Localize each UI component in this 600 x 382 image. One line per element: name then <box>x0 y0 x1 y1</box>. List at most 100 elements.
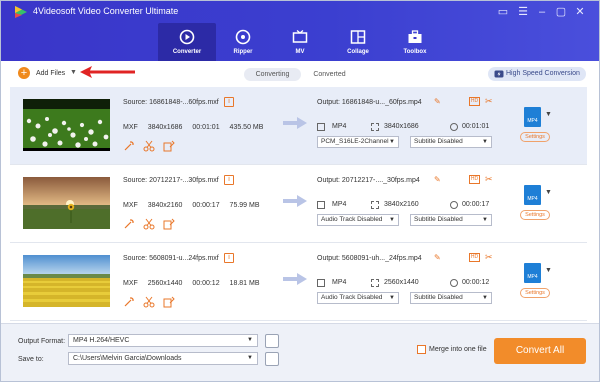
minimize-button[interactable]: – <box>534 4 550 20</box>
file-row[interactable]: Source: 20712217-...30fps.mxf i MXF 3840… <box>10 165 587 243</box>
source-size: 435.50 MB <box>229 124 264 131</box>
feedback-icon[interactable]: ▭ <box>495 4 511 20</box>
clip-icon[interactable]: ✂ <box>485 96 493 107</box>
enhance-icon[interactable] <box>123 296 135 308</box>
tab-mv[interactable]: MV <box>271 23 329 61</box>
video-thumbnail <box>23 255 110 307</box>
tab-converted[interactable]: Converted <box>301 68 358 81</box>
format-icon <box>317 279 325 287</box>
edit-video-icon[interactable] <box>163 140 175 152</box>
enhance-icon[interactable] <box>123 218 135 230</box>
output-duration: 00:01:01 <box>462 123 490 130</box>
output-format-select[interactable]: MP4 H.264/HEVC ▼ <box>68 334 258 347</box>
format-dropdown-icon[interactable]: ▼ <box>545 267 552 274</box>
output-format-badge[interactable]: MP4 <box>524 185 541 205</box>
settings-button[interactable]: Settings <box>520 132 550 142</box>
lightning-icon <box>494 70 504 78</box>
edit-video-icon[interactable] <box>163 218 175 230</box>
subtitle-select[interactable]: Subtitle Disabled ▼ <box>410 136 492 148</box>
merge-checkbox[interactable] <box>417 345 426 354</box>
annotation-arrow-icon <box>80 66 135 78</box>
clip-icon[interactable]: ✂ <box>485 174 493 185</box>
edit-video-icon[interactable] <box>163 296 175 308</box>
save-to-label: Save to: <box>18 356 44 363</box>
output-filename: Output: 5608091-uh..._24fps.mp4 <box>317 255 422 262</box>
output-format-badge[interactable]: MP4 <box>524 107 541 127</box>
add-files-icon[interactable]: + <box>18 67 30 79</box>
subtitle-select[interactable]: Subtitle Disabled ▼ <box>410 214 492 226</box>
close-button[interactable]: ✕ <box>572 4 588 20</box>
settings-button[interactable]: Settings <box>520 288 550 298</box>
convert-arrow-icon <box>283 195 307 207</box>
convert-all-button[interactable]: Convert All <box>494 338 586 364</box>
output-format-value: MP4 H.264/HEVC <box>73 337 130 344</box>
cut-icon[interactable] <box>143 296 155 308</box>
output-filename: Output: 16861848-u..._60fps.mp4 <box>317 99 422 106</box>
save-to-select[interactable]: C:\Users\Melvin Garcia\Downloads ▼ <box>68 352 258 365</box>
tab-toolbox[interactable]: Toolbox <box>386 23 444 61</box>
output-format: MP4 <box>332 123 347 130</box>
source-filename: Source: 20712217-...30fps.mxf <box>123 177 219 184</box>
format-settings-icon[interactable] <box>265 334 279 348</box>
source-duration: 00:01:01 <box>192 124 220 131</box>
resolution-icon <box>371 123 379 131</box>
tab-ripper-label: Ripper <box>233 49 253 55</box>
info-icon[interactable]: i <box>224 253 234 263</box>
title-bar: 4Videosoft Video Converter Ultimate ▭ ☰ … <box>1 1 599 23</box>
tab-converter[interactable]: Converter <box>158 23 216 61</box>
audio-track-value: PCM_S16LE-2Channel <box>321 138 389 145</box>
source-duration: 00:00:17 <box>192 202 220 209</box>
hardware-accel-icon[interactable]: HD <box>469 97 480 106</box>
cut-icon[interactable] <box>143 218 155 230</box>
format-icon <box>317 123 325 131</box>
audio-track-select[interactable]: Audio Track Disabled ▼ <box>317 292 399 304</box>
clip-icon[interactable]: ✂ <box>485 252 493 263</box>
hardware-accel-icon[interactable]: HD <box>469 253 480 262</box>
file-list: Source: 16861848-...60fps.mxf i MXF 3840… <box>10 87 587 321</box>
format-icon <box>317 201 325 209</box>
output-meta: MP4 3840x1686 00:01:01 <box>317 123 497 133</box>
add-files-dropdown-icon[interactable]: ▼ <box>70 69 77 76</box>
clock-icon <box>450 201 458 209</box>
info-icon[interactable]: i <box>224 97 234 107</box>
enhance-icon[interactable] <box>123 140 135 152</box>
audio-track-select[interactable]: PCM_S16LE-2Channel ▼ <box>317 136 399 148</box>
output-format: MP4 <box>332 201 347 208</box>
rename-icon[interactable]: ✎ <box>434 253 441 262</box>
tab-collage[interactable]: Collage <box>329 23 387 61</box>
edit-tools <box>123 140 183 152</box>
chevron-down-icon: ▼ <box>389 139 395 145</box>
chevron-down-icon: ▼ <box>247 337 253 343</box>
app-window: 4Videosoft Video Converter Ultimate ▭ ☰ … <box>0 0 600 382</box>
file-row[interactable]: Source: 16861848-...60fps.mxf i MXF 3840… <box>10 87 587 165</box>
output-filename: Output: 20712217-...._30fps.mp4 <box>317 177 420 184</box>
edit-tools <box>123 296 183 308</box>
audio-track-select[interactable]: Audio Track Disabled ▼ <box>317 214 399 226</box>
add-files-button[interactable]: Add Files <box>36 70 65 77</box>
menu-icon[interactable]: ☰ <box>515 4 531 20</box>
tab-converting[interactable]: Converting <box>244 68 301 81</box>
output-format-badge[interactable]: MP4 <box>524 263 541 283</box>
ripper-icon <box>235 29 251 45</box>
format-dropdown-icon[interactable]: ▼ <box>545 189 552 196</box>
file-row[interactable]: Source: 5608091-u...24fps.mxf i MXF 2560… <box>10 243 587 321</box>
chevron-down-icon: ▼ <box>482 295 488 301</box>
resolution-icon <box>371 279 379 287</box>
info-icon[interactable]: i <box>224 175 234 185</box>
tab-ripper[interactable]: Ripper <box>214 23 272 61</box>
format-dropdown-icon[interactable]: ▼ <box>545 111 552 118</box>
chevron-down-icon: ▼ <box>389 217 395 223</box>
settings-button[interactable]: Settings <box>520 210 550 220</box>
rename-icon[interactable]: ✎ <box>434 175 441 184</box>
subtitle-select[interactable]: Subtitle Disabled ▼ <box>410 292 492 304</box>
hardware-accel-icon[interactable]: HD <box>469 175 480 184</box>
tab-toolbox-label: Toolbox <box>403 49 427 55</box>
audio-track-value: Audio Track Disabled <box>321 294 383 301</box>
folder-icon[interactable] <box>265 352 279 366</box>
maximize-button[interactable]: ▢ <box>553 4 569 20</box>
rename-icon[interactable]: ✎ <box>434 97 441 106</box>
source-format: MXF <box>123 202 138 209</box>
cut-icon[interactable] <box>143 140 155 152</box>
save-to-value: C:\Users\Melvin Garcia\Downloads <box>73 355 182 362</box>
app-title: 4Videosoft Video Converter Ultimate <box>33 6 179 16</box>
